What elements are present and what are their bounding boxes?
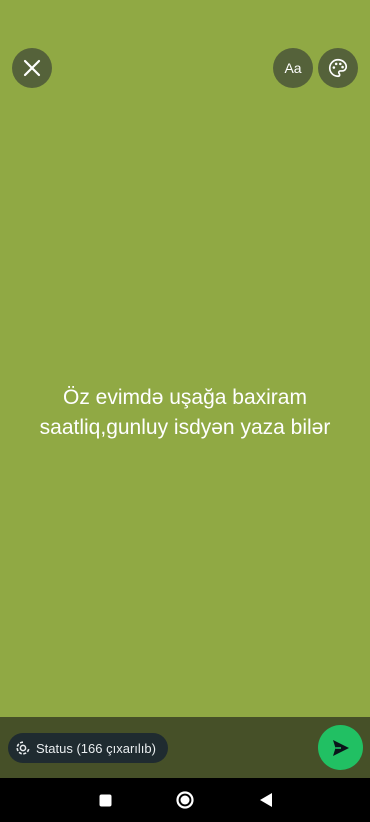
status-icon <box>16 741 30 755</box>
close-icon <box>23 59 41 77</box>
status-audience-label: Status (166 çıxarılıb) <box>36 740 156 756</box>
close-button[interactable] <box>12 48 52 88</box>
font-style-label: Aa <box>284 60 302 76</box>
status-composer-screen: Aa Öz evimdə uşağa baxiram saatliq,gunlu… <box>0 0 370 822</box>
status-text[interactable]: Öz evimdə uşağa baxiram saatliq,gunluy i… <box>0 383 370 443</box>
send-button[interactable] <box>318 725 363 770</box>
status-audience-chip[interactable]: Status (166 çıxarılıb) <box>8 733 168 763</box>
nav-recents-button[interactable] <box>95 790 115 810</box>
back-icon <box>260 793 272 807</box>
nav-back-button[interactable] <box>256 790 276 810</box>
system-navigation-bar <box>0 778 370 822</box>
color-palette-button[interactable] <box>318 48 358 88</box>
status-text-line-1: Öz evimdə uşağa baxiram <box>63 386 307 409</box>
palette-icon <box>329 58 348 78</box>
font-style-button[interactable]: Aa <box>273 48 313 88</box>
send-icon <box>332 739 349 756</box>
nav-home-button[interactable] <box>175 790 195 810</box>
bottom-bar: Status (166 çıxarılıb) <box>0 717 370 778</box>
status-text-line-2: saatliq,gunluy isdyən yaza bilər <box>39 416 331 439</box>
recents-icon <box>99 794 111 806</box>
home-icon <box>176 791 194 809</box>
